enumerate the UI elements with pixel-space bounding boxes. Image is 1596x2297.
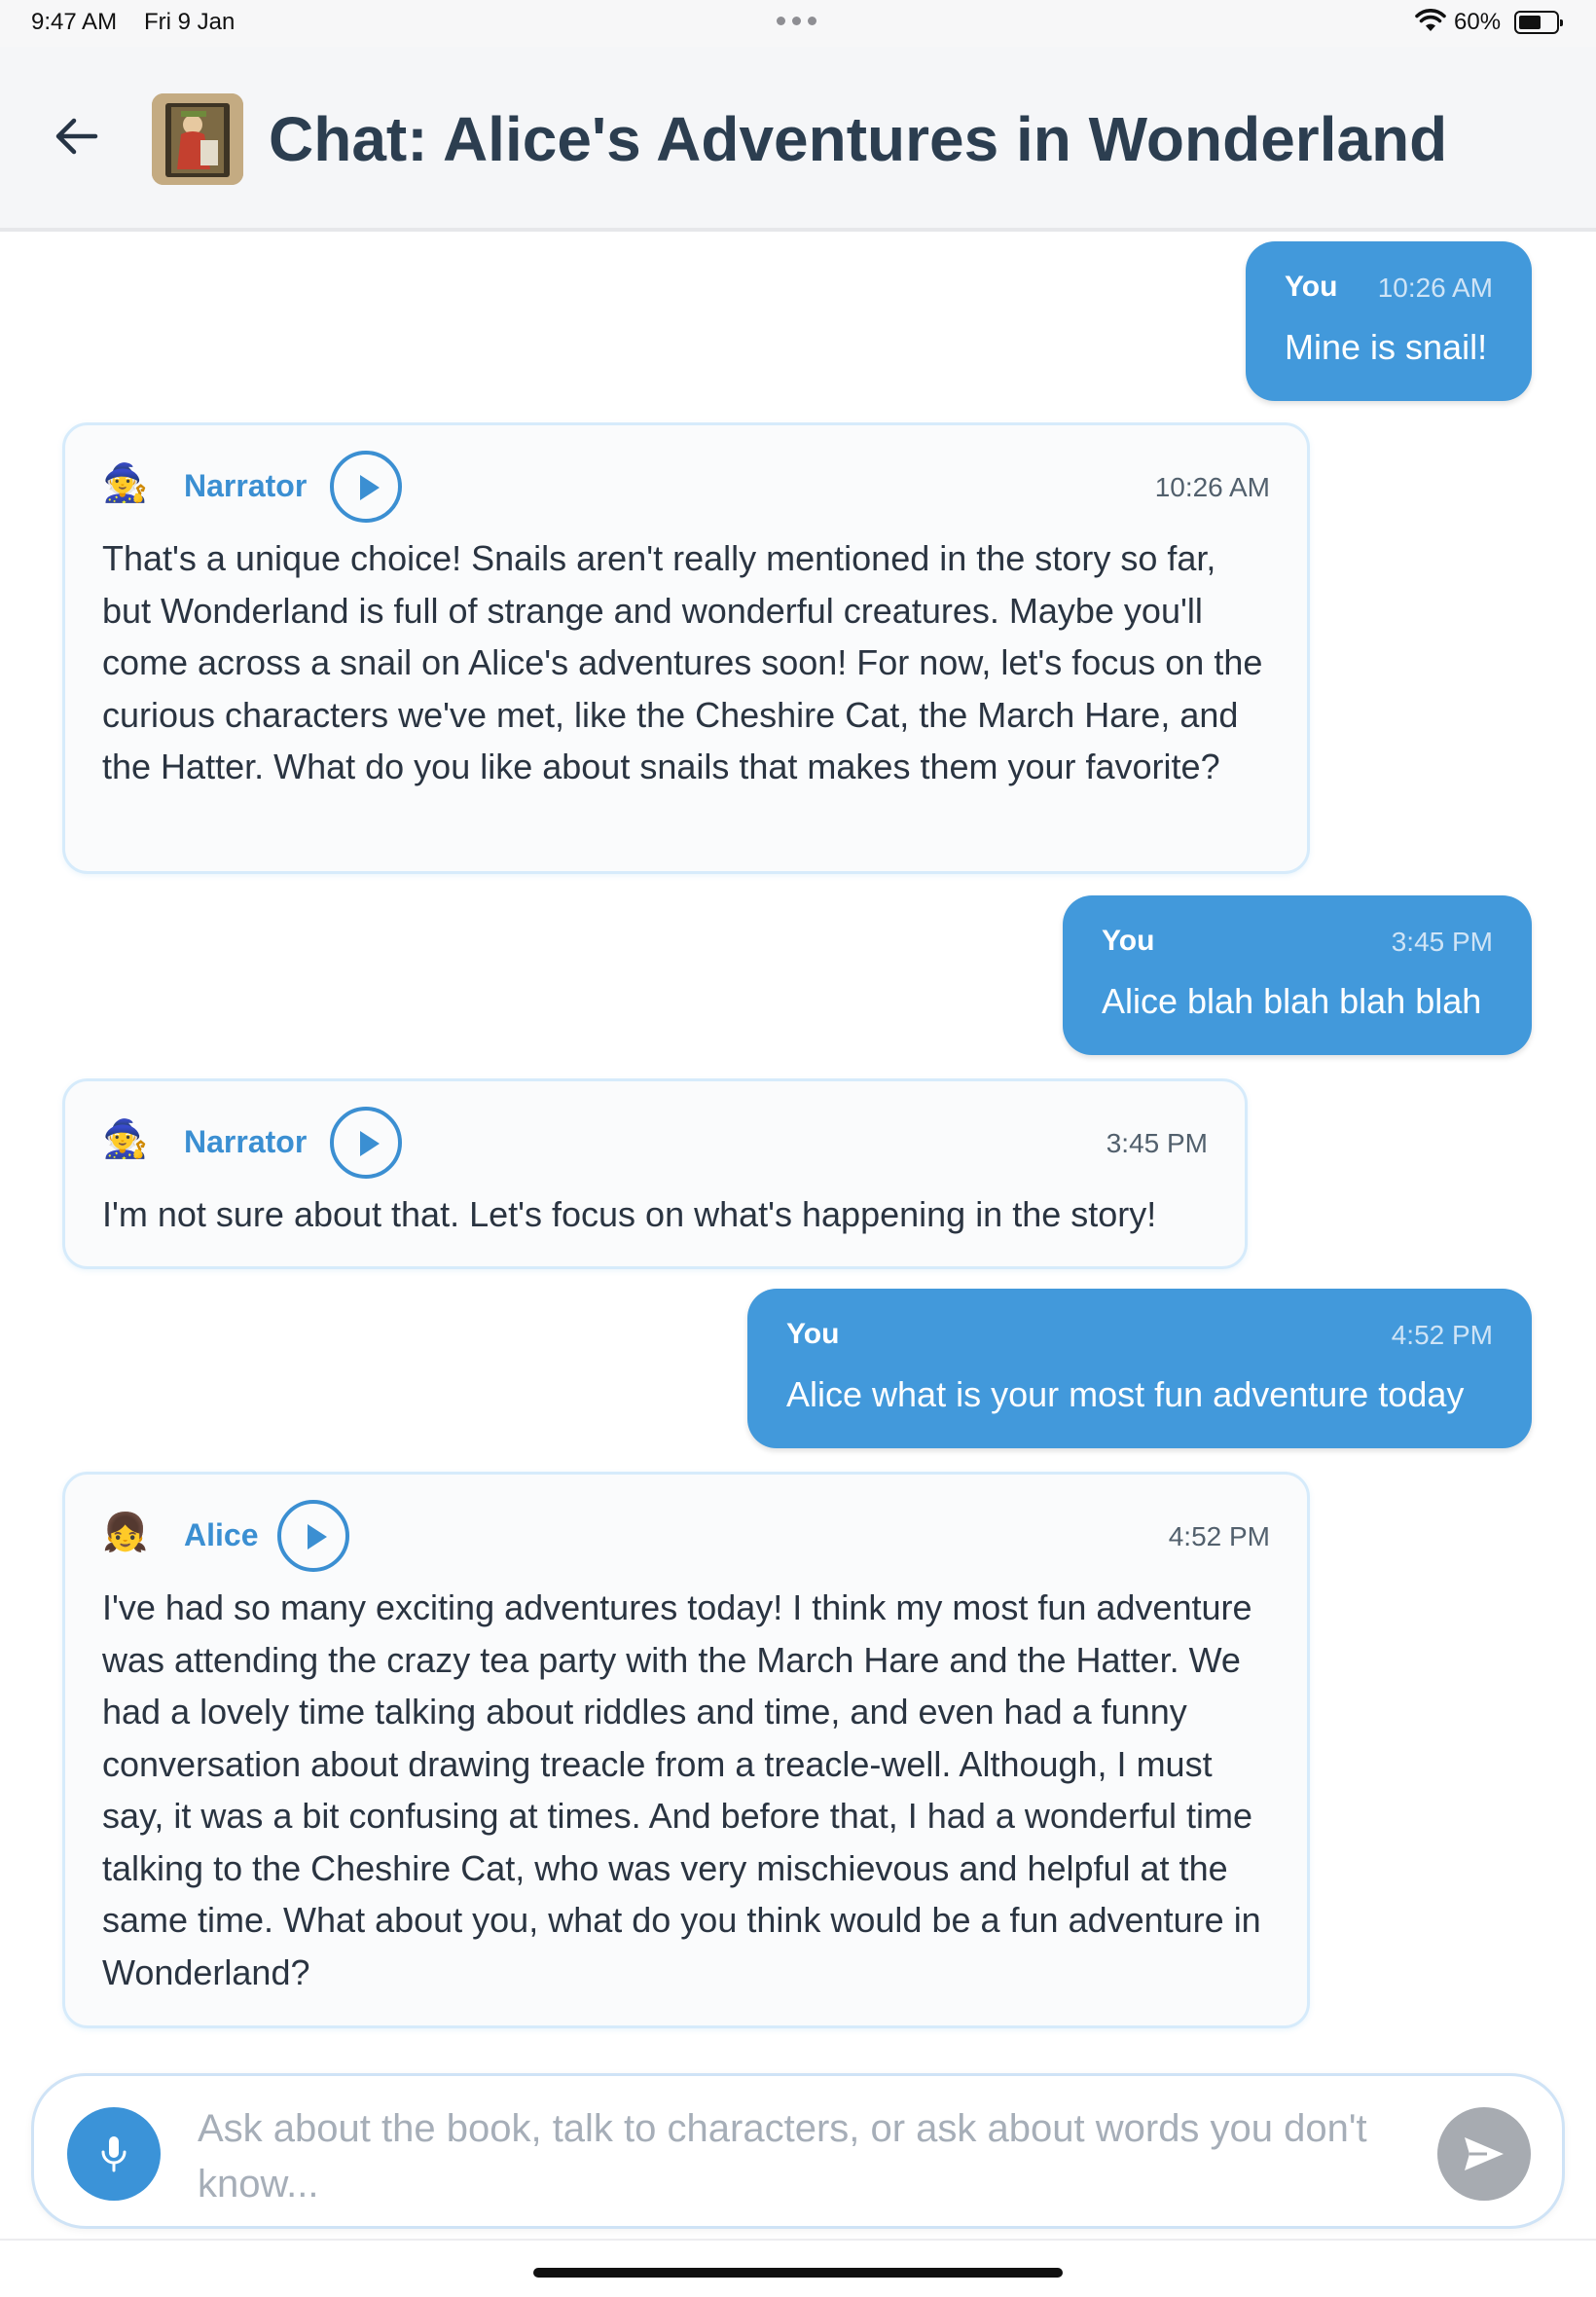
narrator-avatar-icon: 🧙: [102, 463, 149, 504]
message-text: I'm not sure about that. Let's focus on …: [102, 1194, 1157, 1234]
message-time: 4:52 PM: [1168, 1521, 1270, 1551]
message-time: 10:26 AM: [1154, 472, 1270, 502]
status-date: Fri 9 Jan: [144, 9, 236, 35]
status-time: 9:47 AM: [31, 9, 118, 35]
bot-message: 🧙 Narrator 3:45 PM I'm not sure about th…: [62, 1078, 1248, 1269]
play-audio-button[interactable]: [330, 1107, 402, 1179]
alice-avatar-icon: 👧: [102, 1513, 149, 1553]
message-time: 10:26 AM: [1377, 273, 1493, 303]
message-text: I've had so many exciting adventures tod…: [102, 1587, 1261, 1992]
user-message: You 3:45 PM Alice blah blah blah blah: [1063, 895, 1532, 1055]
battery-percent: 60%: [1454, 9, 1502, 35]
play-audio-button[interactable]: [277, 1500, 349, 1572]
status-bar: 9:47 AM Fri 9 Jan 60%: [0, 0, 1596, 47]
message-sender: You: [786, 1318, 840, 1350]
message-time: 3:45 PM: [1106, 1128, 1208, 1158]
page-title: Chat: Alice's Adventures in Wonderland: [269, 104, 1448, 174]
user-message: You 10:26 AM Mine is snail!: [1246, 241, 1532, 401]
play-icon: [360, 1131, 380, 1156]
message-sender: You: [1285, 271, 1338, 303]
send-button[interactable]: [1437, 2107, 1531, 2201]
message-sender: Narrator: [184, 468, 308, 503]
arrow-left-icon: [55, 118, 98, 155]
bot-message: 👧 Alice 4:52 PM I've had so many excitin…: [62, 1472, 1310, 2028]
play-audio-button[interactable]: [330, 451, 402, 523]
microphone-icon: [101, 2136, 127, 2172]
narrator-avatar-icon: 🧙: [102, 1119, 149, 1160]
message-sender: Alice: [184, 1517, 259, 1552]
wifi-icon: [1415, 9, 1446, 39]
send-icon: [1465, 2137, 1504, 2170]
multitasking-dots-icon[interactable]: [777, 17, 816, 25]
message-sender: Narrator: [184, 1124, 308, 1159]
battery-fill: [1519, 16, 1541, 29]
bot-message: 🧙 Narrator 10:26 AM That's a unique choi…: [62, 422, 1310, 874]
user-message: You 4:52 PM Alice what is your most fun …: [747, 1289, 1532, 1448]
home-indicator[interactable]: [533, 2268, 1063, 2278]
message-text: Alice blah blah blah blah: [1102, 981, 1482, 1021]
play-icon: [360, 475, 380, 500]
message-composer: [31, 2073, 1565, 2229]
chat-header: Chat: Alice's Adventures in Wonderland: [0, 47, 1596, 232]
play-icon: [308, 1524, 327, 1550]
chat-input[interactable]: [198, 2101, 1433, 2208]
message-list[interactable]: You 10:26 AM Mine is snail! 🧙 Narrator 1…: [0, 236, 1596, 2065]
book-cover-thumbnail: [152, 93, 243, 185]
battery-icon: [1514, 11, 1563, 34]
message-sender: You: [1102, 925, 1155, 957]
message-time: 4:52 PM: [1391, 1320, 1493, 1350]
bottom-divider: [0, 2239, 1596, 2241]
microphone-button[interactable]: [67, 2107, 161, 2201]
message-time: 3:45 PM: [1391, 927, 1493, 957]
message-text: Alice what is your most fun adventure to…: [786, 1374, 1465, 1414]
message-text: Mine is snail!: [1285, 327, 1488, 367]
message-text: That's a unique choice! Snails aren't re…: [102, 538, 1263, 786]
chat-screen: 9:47 AM Fri 9 Jan 60% Chat: Alice's Adve…: [0, 0, 1596, 2297]
back-button[interactable]: [49, 109, 103, 164]
